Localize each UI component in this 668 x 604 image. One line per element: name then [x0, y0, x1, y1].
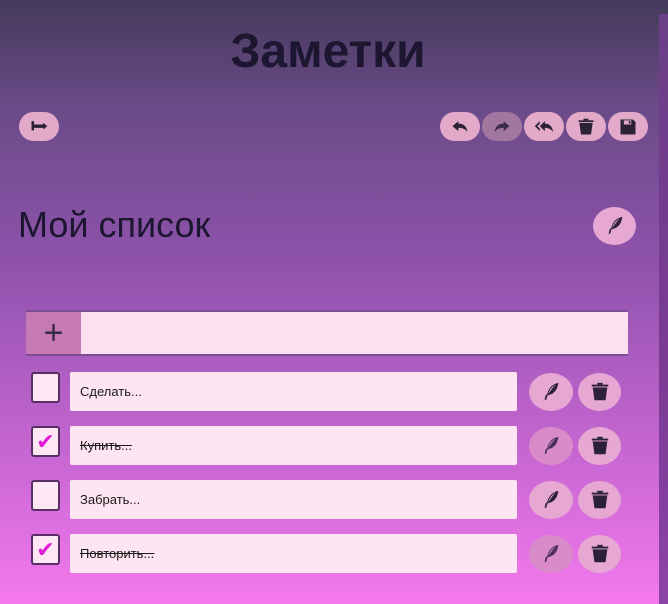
list-item: ✔ Купить...	[0, 426, 668, 468]
redo-button[interactable]	[482, 112, 522, 141]
trash-icon	[578, 118, 594, 134]
item-text[interactable]: Повторить...	[70, 534, 517, 573]
redo-icon	[494, 120, 510, 132]
back-button[interactable]	[19, 112, 59, 141]
trash-icon	[591, 544, 608, 563]
trash-icon	[591, 382, 608, 401]
edit-item-button[interactable]	[529, 481, 573, 519]
delete-button[interactable]	[566, 112, 606, 141]
delete-item-button[interactable]	[578, 373, 621, 411]
floppy-icon	[620, 119, 636, 134]
edit-item-button[interactable]	[529, 427, 573, 465]
item-checkbox[interactable]	[31, 372, 60, 403]
list-item: Забрать...	[0, 480, 668, 522]
list-item: Сделать...	[0, 372, 668, 414]
feather-icon	[544, 544, 559, 563]
item-checkbox[interactable]	[31, 480, 60, 511]
delete-item-button[interactable]	[578, 535, 621, 573]
reply-all-button[interactable]	[524, 112, 564, 141]
feather-icon	[544, 382, 559, 401]
item-text[interactable]: Купить...	[70, 426, 517, 465]
feather-icon	[544, 436, 559, 455]
edit-item-button[interactable]	[529, 373, 573, 411]
reply-all-icon	[534, 120, 554, 132]
undo-icon	[452, 120, 468, 132]
edit-item-button[interactable]	[529, 535, 573, 573]
list-title: Мой список	[18, 204, 211, 245]
add-item-button[interactable]: +	[26, 312, 81, 354]
feather-icon	[544, 490, 559, 509]
trash-icon	[591, 490, 608, 509]
page-title: Заметки	[230, 25, 426, 78]
list-item: ✔ Повторить...	[0, 534, 668, 576]
edit-list-title-button[interactable]	[593, 207, 636, 245]
delete-item-button[interactable]	[578, 481, 621, 519]
add-item-row: +	[26, 310, 628, 356]
trash-icon	[591, 436, 608, 455]
save-button[interactable]	[608, 112, 648, 141]
item-checkbox[interactable]: ✔	[31, 426, 60, 457]
feather-icon	[608, 216, 622, 235]
return-icon	[31, 120, 48, 130]
item-text[interactable]: Забрать...	[70, 480, 517, 519]
delete-item-button[interactable]	[578, 427, 621, 465]
item-checkbox[interactable]: ✔	[31, 534, 60, 565]
new-item-input[interactable]	[81, 312, 628, 354]
item-text[interactable]: Сделать...	[70, 372, 517, 411]
undo-button[interactable]	[440, 112, 480, 141]
